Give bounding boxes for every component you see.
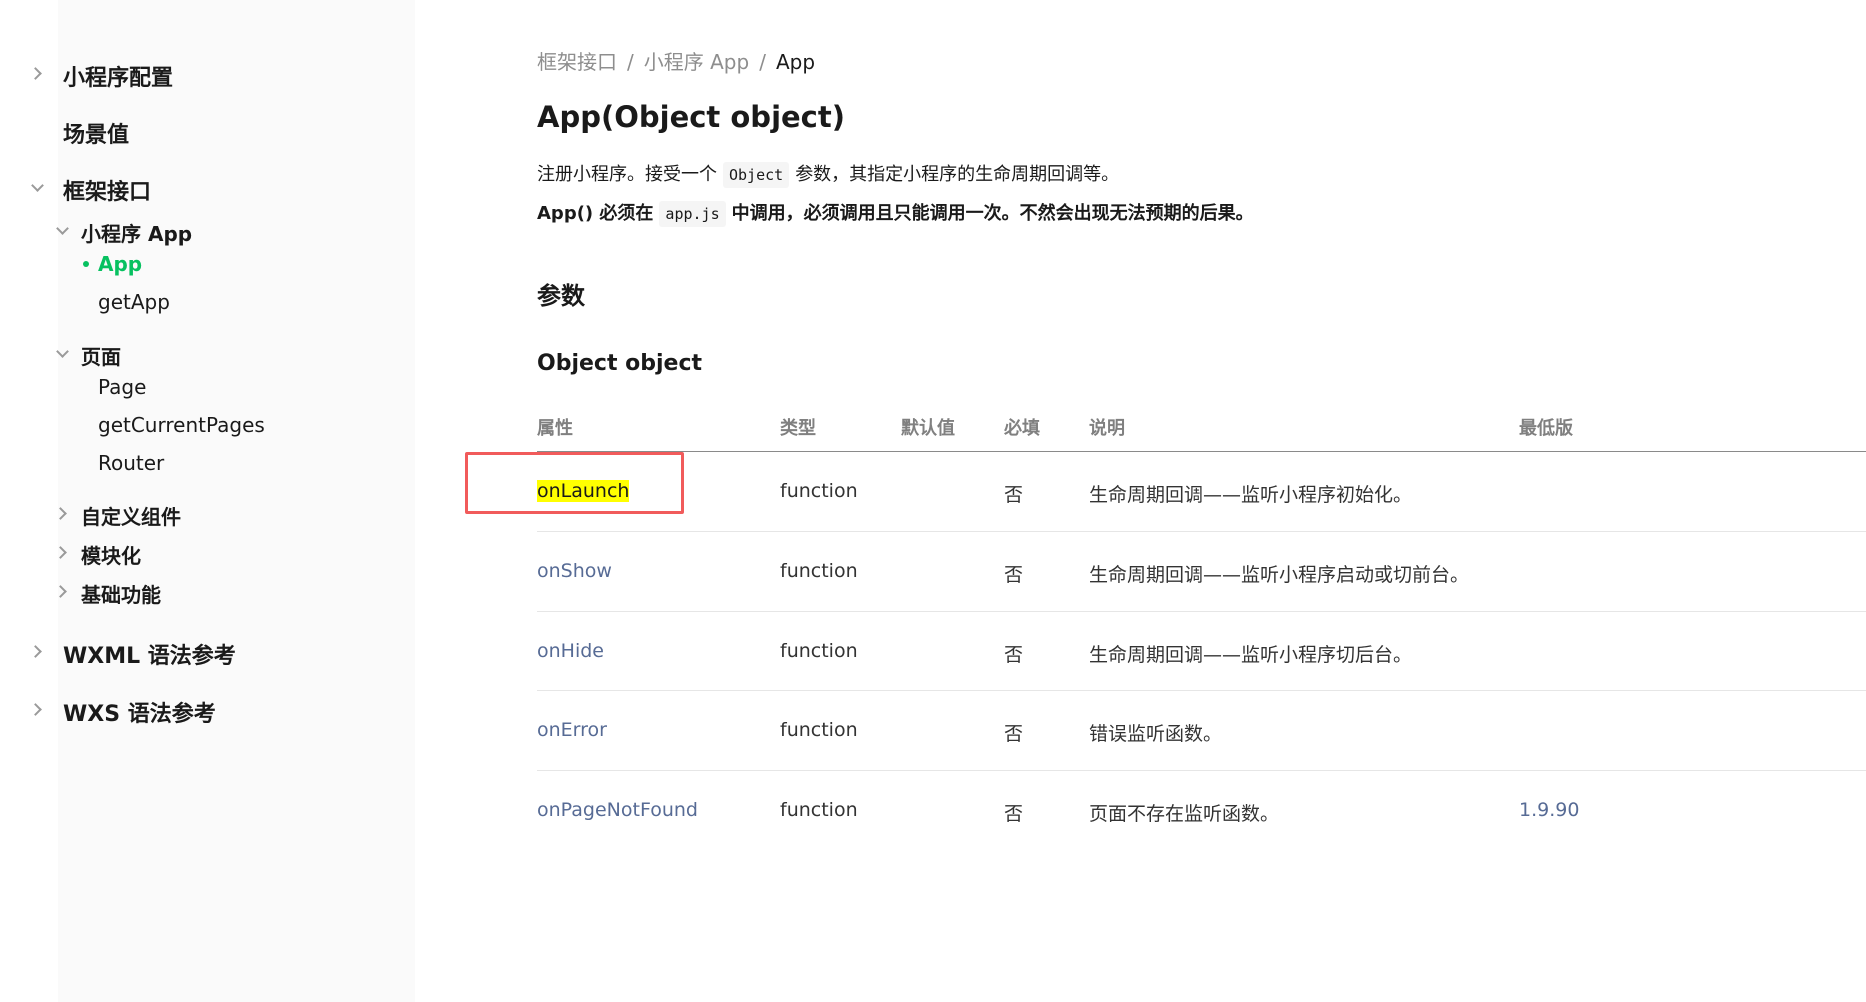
description-cell: 错误监听函数。 bbox=[1089, 723, 1223, 745]
type-cell: function bbox=[780, 799, 858, 821]
row-divider bbox=[537, 770, 1866, 771]
type-cell: function bbox=[780, 640, 858, 662]
table-header-type: 类型 bbox=[780, 418, 816, 439]
min-version-link[interactable]: 1.9.90 bbox=[1519, 799, 1579, 821]
sidebar-item-label: 场景值 bbox=[63, 123, 130, 148]
sidebar: 小程序配置 场景值 框架接口 小程序 App App getApp 页面 Pag… bbox=[0, 0, 415, 1002]
subsection-heading: Object object bbox=[537, 351, 703, 376]
row-divider bbox=[537, 690, 1866, 691]
warning-paragraph: App() 必须在 app.js 中调用，必须调用且只能调用一次。不然会出现无法预期… bbox=[537, 199, 1254, 227]
description-cell: 生命周期回调——监听小程序初始化。 bbox=[1089, 484, 1413, 506]
required-cell: 否 bbox=[1004, 803, 1024, 825]
description-cell: 页面不存在监听函数。 bbox=[1089, 803, 1280, 825]
page-title: App(Object object) bbox=[537, 100, 845, 134]
main-content: 框架接口 / 小程序 App / App App(Object object) 注册小程… bbox=[465, 0, 1866, 1002]
breadcrumb-link-mini-program-app[interactable]: 小程序 App bbox=[644, 50, 749, 74]
sidebar-item-label: getApp bbox=[98, 290, 170, 314]
sidebar-item-label: getCurrentPages bbox=[98, 413, 265, 437]
chevron-right-icon bbox=[29, 67, 42, 80]
table-header-divider bbox=[537, 451, 1866, 452]
sidebar-item-label: 模块化 bbox=[81, 544, 141, 568]
annotation-highlight-box bbox=[465, 452, 684, 514]
row-divider bbox=[537, 611, 1866, 612]
warning-text: App() 必须在 bbox=[537, 203, 654, 224]
active-dot-icon bbox=[83, 261, 89, 267]
required-cell: 否 bbox=[1004, 644, 1024, 666]
type-cell: function bbox=[780, 480, 858, 502]
sidebar-item-label: App bbox=[98, 252, 143, 276]
description-text: 注册小程序。接受一个 bbox=[537, 164, 717, 185]
chevron-right-icon bbox=[29, 703, 42, 716]
property-link-onerror[interactable]: onError bbox=[537, 719, 607, 741]
description-cell: 生命周期回调——监听小程序启动或切前台。 bbox=[1089, 564, 1470, 586]
description-cell: 生命周期回调——监听小程序切后台。 bbox=[1089, 644, 1413, 666]
breadcrumb-link-framework-api[interactable]: 框架接口 bbox=[537, 50, 617, 74]
description-paragraph: 注册小程序。接受一个 Object 参数，其指定小程序的生命周期回调等。 bbox=[537, 160, 1120, 188]
table-header-required: 必填 bbox=[1004, 418, 1040, 439]
sidebar-item-label: WXML 语法参考 bbox=[63, 644, 236, 669]
sidebar-item-label: 小程序配置 bbox=[63, 66, 174, 91]
table-header-min-version: 最低版 bbox=[1519, 418, 1573, 439]
sidebar-item-label: Page bbox=[98, 375, 147, 399]
type-cell: function bbox=[780, 719, 858, 741]
sidebar-item-label: WXS 语法参考 bbox=[63, 702, 216, 727]
inline-code: Object bbox=[723, 162, 790, 188]
chevron-right-icon bbox=[29, 645, 42, 658]
breadcrumb-current: App bbox=[775, 50, 816, 74]
required-cell: 否 bbox=[1004, 564, 1024, 586]
sidebar-item-label: 小程序 App bbox=[81, 222, 193, 246]
required-cell: 否 bbox=[1004, 484, 1024, 506]
property-link-onhide[interactable]: onHide bbox=[537, 640, 604, 662]
property-link-onshow[interactable]: onShow bbox=[537, 560, 612, 582]
table-header-property: 属性 bbox=[537, 418, 573, 439]
breadcrumb-separator: / bbox=[627, 50, 634, 74]
sidebar-item-label: Router bbox=[98, 451, 165, 475]
warning-text: 中调用，必须调用且只能调用一次。不然会出现无法预期的后果。 bbox=[731, 203, 1254, 224]
row-divider bbox=[537, 531, 1866, 532]
table-header-description: 说明 bbox=[1089, 418, 1125, 439]
description-text: 参数，其指定小程序的生命周期回调等。 bbox=[795, 164, 1120, 185]
property-link-onpagenotfound[interactable]: onPageNotFound bbox=[537, 799, 698, 821]
breadcrumb-separator: / bbox=[759, 50, 766, 74]
inline-code: app.js bbox=[659, 201, 726, 227]
chevron-down-icon bbox=[31, 179, 44, 192]
sidebar-item-label: 自定义组件 bbox=[81, 505, 181, 529]
sidebar-item-label: 框架接口 bbox=[63, 180, 152, 205]
breadcrumb: 框架接口 / 小程序 App / App bbox=[537, 46, 815, 75]
sidebar-item-label: 基础功能 bbox=[81, 583, 161, 607]
required-cell: 否 bbox=[1004, 723, 1024, 745]
table-header-default: 默认值 bbox=[901, 418, 955, 439]
section-heading: 参数 bbox=[537, 282, 585, 310]
sidebar-item-label: 页面 bbox=[81, 345, 121, 369]
type-cell: function bbox=[780, 560, 858, 582]
